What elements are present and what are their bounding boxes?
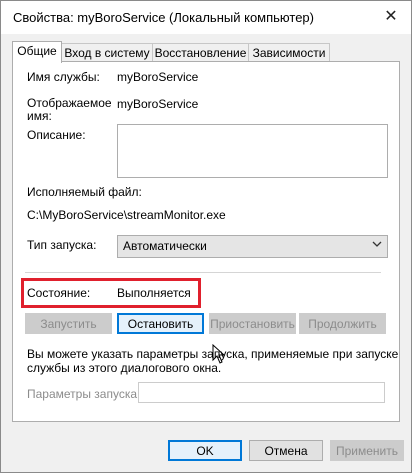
start-button[interactable]: Запустить [25, 313, 112, 334]
tab-dependencies[interactable]: Зависимости [248, 43, 330, 62]
close-icon[interactable]: ✕ [379, 6, 403, 28]
general-tab-panel: Имя службы: myBoroService Отображаемое и… [12, 61, 400, 422]
service-name-label: Имя службы: [27, 70, 100, 84]
exe-label: Исполняемый файл: [27, 185, 142, 199]
pause-button[interactable]: Приостановить [209, 313, 296, 334]
service-name-value: myBoroService [117, 70, 199, 84]
startup-type-value: Автоматически [123, 239, 207, 253]
status-label: Состояние: [27, 286, 91, 300]
cancel-button[interactable]: Отмена [249, 440, 323, 461]
exe-path: C:\MyBoroService\streamMonitor.exe [27, 208, 226, 222]
hint-text-line1: Вы можете указать параметры запуска, при… [27, 347, 399, 361]
hint-text-line2: службы из этого диалогового окна. [27, 361, 222, 375]
title-bar: Свойства: myBoroService (Локальный компь… [1, 1, 411, 34]
service-properties-dialog: Свойства: myBoroService (Локальный компь… [0, 0, 412, 473]
start-params-label: Параметры запуска: [27, 387, 141, 401]
stop-button[interactable]: Остановить [117, 313, 204, 334]
display-name-value: myBoroService [117, 97, 199, 111]
ok-button[interactable]: OK [168, 440, 242, 461]
window-title: Свойства: myBoroService (Локальный компь… [13, 10, 314, 25]
resume-button[interactable]: Продолжить [299, 313, 386, 334]
tab-logon[interactable]: Вход в систему [61, 43, 153, 62]
description-label: Описание: [27, 128, 86, 142]
tab-general[interactable]: Общие [12, 41, 62, 63]
display-name-label-line2: имя: [27, 109, 52, 123]
status-value: Выполняется [117, 286, 191, 300]
startup-type-label: Тип запуска: [27, 238, 97, 252]
description-field[interactable] [117, 124, 388, 178]
display-name-label-line1: Отображаемое [27, 96, 112, 110]
tab-recovery[interactable]: Восстановление [152, 43, 249, 62]
apply-button[interactable]: Применить [330, 440, 404, 461]
start-params-input[interactable] [138, 382, 385, 403]
separator [25, 272, 381, 273]
startup-type-select[interactable]: Автоматически [117, 235, 388, 258]
chevron-down-icon [372, 239, 382, 252]
